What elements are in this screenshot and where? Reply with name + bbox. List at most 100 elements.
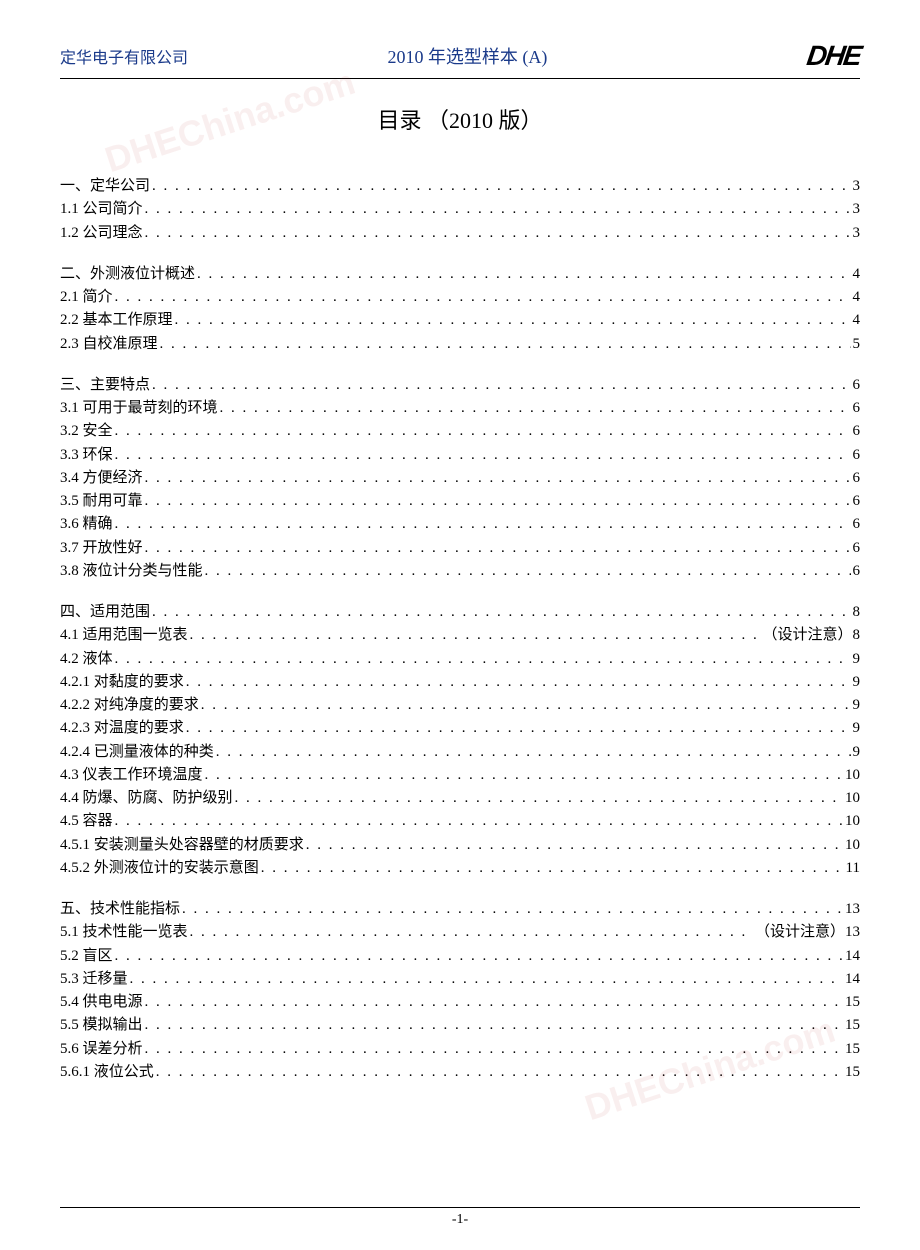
toc-entry-page: 10 — [845, 834, 860, 857]
toc-entry-label: 4.4 防爆、防腐、防护级别 — [60, 787, 233, 810]
brand-logo: DHE — [805, 40, 863, 72]
toc-row: 5.2 盲区 14 — [60, 945, 860, 968]
toc-leader-dots — [160, 333, 851, 356]
toc-entry-page: 5 — [853, 333, 861, 356]
toc-entry-label: 四、适用范围 — [60, 601, 150, 624]
page-footer: -1- — [0, 1207, 920, 1228]
toc-row: 3.6 精确6 — [60, 513, 860, 536]
toc-leader-dots — [261, 857, 844, 880]
toc-row: 3.1 可用于最苛刻的环境 6 — [60, 397, 860, 420]
toc-entry-page: 4 — [853, 286, 861, 309]
toc-entry-page: 6 — [853, 490, 861, 513]
toc-row: 二、外测液位计概述 4 — [60, 263, 860, 286]
toc-entry-label: 5.1 技术性能一览表 — [60, 921, 188, 944]
toc-leader-dots — [220, 397, 851, 420]
toc-leader-dots — [201, 694, 851, 717]
toc-row: 4.5 容器10 — [60, 810, 860, 833]
toc-entry-label: 1.2 公司理念 — [60, 222, 143, 245]
toc-entry-page: 9 — [853, 671, 861, 694]
toc-leader-dots — [145, 490, 851, 513]
toc-entry-label: 3.2 安全 — [60, 420, 113, 443]
toc-leader-dots — [145, 1038, 843, 1061]
toc-section: 一、定华公司31.1 公司简介 31.2 公司理念 3 — [60, 175, 860, 245]
toc-row: 1.1 公司简介 3 — [60, 198, 860, 221]
toc-row: 4.4 防爆、防腐、防护级别10 — [60, 787, 860, 810]
toc-leader-dots — [156, 1061, 843, 1084]
toc-entry-label: 5.4 供电电源 — [60, 991, 143, 1014]
toc-row: 5.6 误差分析 15 — [60, 1038, 860, 1061]
toc-entry-page: 10 — [845, 764, 860, 787]
toc-leader-dots — [115, 513, 851, 536]
toc-entry-page: 11 — [846, 857, 860, 880]
toc-entry-label: 5.5 模拟输出 — [60, 1014, 143, 1037]
toc-entry-label: 3.7 开放性好 — [60, 537, 143, 560]
toc-entry-label: 4.2.1 对黏度的要求 — [60, 671, 184, 694]
toc-row: 4.2 液体 9 — [60, 648, 860, 671]
toc-row: 3.3 环保6 — [60, 444, 860, 467]
toc-entry-page: 4 — [853, 263, 861, 286]
toc-row: 5.6.1 液位公式 15 — [60, 1061, 860, 1084]
footer-divider — [60, 1207, 860, 1208]
header-divider — [60, 78, 860, 79]
toc-entry-label: 1.1 公司简介 — [60, 198, 143, 221]
toc-entry-page: 15 — [845, 1061, 860, 1084]
toc-row: 5.4 供电电源 15 — [60, 991, 860, 1014]
toc-row: 3.4 方便经济6 — [60, 467, 860, 490]
toc-leader-dots — [190, 624, 757, 647]
toc-entry-page: 6 — [853, 560, 861, 583]
toc-entry-label: 二、外测液位计概述 — [60, 263, 195, 286]
toc-leader-dots — [216, 741, 851, 764]
toc-entry-label: 2.2 基本工作原理 — [60, 309, 173, 332]
toc-row: 2.3 自校准原理5 — [60, 333, 860, 356]
toc-entry-page: 6 — [853, 467, 861, 490]
toc-section: 三、主要特点63.1 可用于最苛刻的环境63.2 安全63.3 环保63.4 方… — [60, 374, 860, 583]
toc-leader-dots — [130, 968, 843, 991]
toc-entry-note: （设计注意） — [755, 921, 845, 944]
toc-row: 2.1 简介4 — [60, 286, 860, 309]
toc-entry-label: 4.2.2 对纯净度的要求 — [60, 694, 199, 717]
toc-entry-label: 4.2 液体 — [60, 648, 113, 671]
toc-entry-label: 5.6.1 液位公式 — [60, 1061, 154, 1084]
toc-leader-dots — [115, 945, 843, 968]
toc-entry-page: 3 — [853, 198, 861, 221]
page-header: 定华电子有限公司 2010 年选型样本 (A) DHE — [60, 40, 860, 72]
toc-entry-page: 6 — [853, 397, 861, 420]
toc-entry-page: 9 — [853, 694, 861, 717]
toc-entry-label: 4.5.1 安装测量头处容器壁的材质要求 — [60, 834, 304, 857]
toc-entry-label: 五、技术性能指标 — [60, 898, 180, 921]
toc-entry-label: 5.2 盲区 — [60, 945, 113, 968]
toc-row: 4.5.1 安装测量头处容器壁的材质要求 10 — [60, 834, 860, 857]
toc-entry-page: 15 — [845, 991, 860, 1014]
toc-entry-note: （设计注意） — [762, 624, 852, 647]
toc-entry-label: 3.3 环保 — [60, 444, 113, 467]
toc-row: 3.5 耐用可靠6 — [60, 490, 860, 513]
toc-section: 四、适用范围84.1 适用范围一览表（设计注意）84.2 液体94.2.1 对黏… — [60, 601, 860, 880]
toc-leader-dots — [115, 420, 851, 443]
toc-row: 4.2.1 对黏度的要求 9 — [60, 671, 860, 694]
toc-leader-dots — [182, 898, 843, 921]
toc-entry-page: 15 — [845, 1038, 860, 1061]
toc-row: 四、适用范围8 — [60, 601, 860, 624]
document-title: 2010 年选型样本 (A) — [128, 43, 807, 69]
document-page: 定华电子有限公司 2010 年选型样本 (A) DHE 目录 （2010 版） … — [0, 0, 920, 1132]
toc-entry-page: 9 — [853, 648, 861, 671]
toc-row: 4.1 适用范围一览表（设计注意）8 — [60, 624, 860, 647]
toc-entry-label: 3.6 精确 — [60, 513, 113, 536]
toc-entry-label: 4.3 仪表工作环境温度 — [60, 764, 203, 787]
toc-row: 4.3 仪表工作环境温度 10 — [60, 764, 860, 787]
toc-row: 4.2.4 已测量液体的种类9 — [60, 741, 860, 764]
toc-entry-page: 14 — [845, 945, 860, 968]
toc-entry-label: 4.2.4 已测量液体的种类 — [60, 741, 214, 764]
toc-entry-label: 5.6 误差分析 — [60, 1038, 143, 1061]
toc-row: 一、定华公司3 — [60, 175, 860, 198]
toc-leader-dots — [115, 286, 851, 309]
toc-entry-page: 9 — [853, 717, 861, 740]
toc-leader-dots — [152, 601, 850, 624]
toc-entry-page: 10 — [845, 810, 860, 833]
toc-entry-label: 3.1 可用于最苛刻的环境 — [60, 397, 218, 420]
toc-row: 5.5 模拟输出15 — [60, 1014, 860, 1037]
toc-entry-label: 3.8 液位计分类与性能 — [60, 560, 203, 583]
toc-row: 五、技术性能指标13 — [60, 898, 860, 921]
toc-leader-dots — [186, 717, 851, 740]
toc-row: 2.2 基本工作原理4 — [60, 309, 860, 332]
